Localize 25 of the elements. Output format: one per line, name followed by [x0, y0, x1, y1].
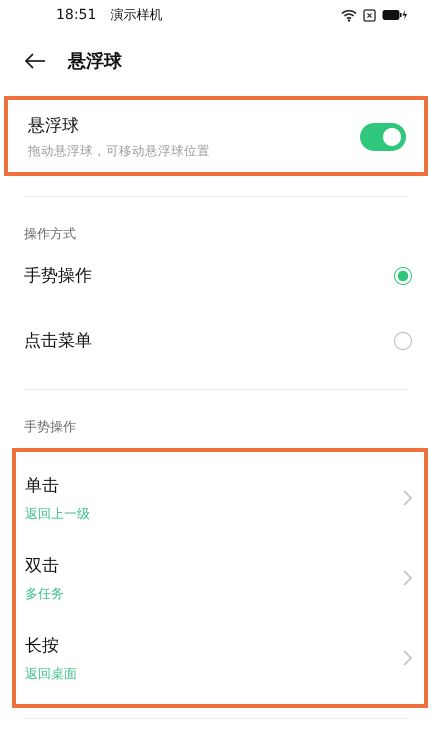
gesture-action: 返回桌面: [25, 666, 78, 682]
option-label[interactable]: 点击菜单: [24, 329, 92, 352]
gesture-title[interactable]: 双击: [25, 554, 403, 576]
battery-charging-icon: [382, 9, 408, 21]
setting-title: 悬浮球: [28, 115, 80, 137]
setting-description: 拖动悬浮球，可移动悬浮球位置: [28, 143, 211, 160]
chevron-right-icon[interactable]: [403, 490, 412, 506]
status-time: 18:51: [56, 7, 96, 23]
back-arrow-icon[interactable]: [24, 53, 46, 69]
gesture-title[interactable]: 单击: [25, 474, 403, 496]
sim-icon: [363, 8, 376, 22]
radio-button[interactable]: [394, 332, 412, 350]
gesture-action: 多任务: [25, 586, 65, 602]
gesture-action: 返回上一级: [25, 506, 91, 522]
section-label: 操作方式: [23, 226, 77, 243]
toggle-switch[interactable]: [360, 123, 406, 151]
page-title: 悬浮球: [68, 50, 122, 73]
gesture-title[interactable]: 长按: [25, 634, 403, 656]
wifi-icon: [341, 8, 357, 22]
option-label[interactable]: 手势操作: [24, 264, 92, 287]
radio-button[interactable]: [394, 266, 412, 284]
device-name: 演示样机: [110, 7, 162, 24]
chevron-right-icon[interactable]: [403, 570, 412, 586]
section-label: 手势操作: [23, 419, 77, 436]
chevron-right-icon[interactable]: [403, 650, 412, 666]
